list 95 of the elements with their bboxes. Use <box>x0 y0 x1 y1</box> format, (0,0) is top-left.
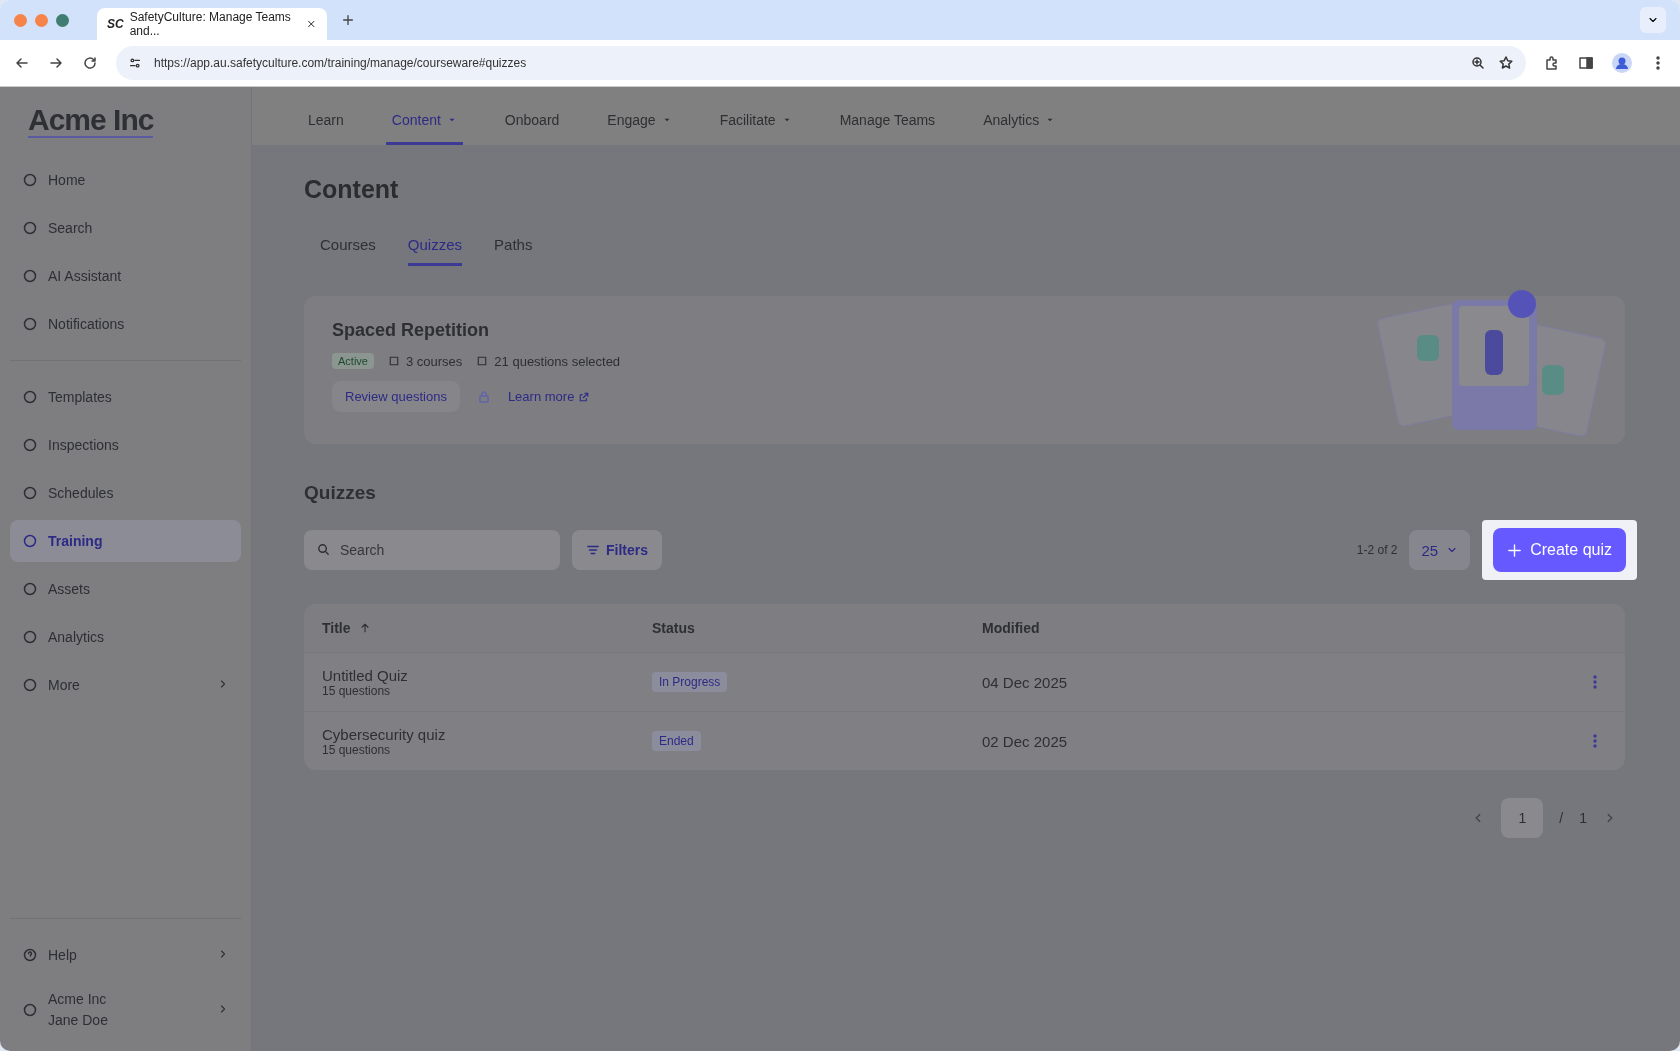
close-window-dot[interactable] <box>14 13 27 27</box>
course-count: 3 courses <box>405 353 463 369</box>
sub-tab[interactable]: Paths <box>494 228 533 266</box>
modified-date: 04 Dec 2025 <box>982 673 1069 691</box>
puzzle-icon <box>1544 55 1560 71</box>
sub-tab[interactable]: Courses <box>320 228 376 266</box>
site-logo: SC <box>107 17 124 31</box>
status-badge: Ended <box>652 731 701 751</box>
sidebar-item[interactable]: Search <box>10 207 241 249</box>
reload-icon <box>82 55 98 71</box>
sidebar-item[interactable]: Assets <box>10 568 241 610</box>
forward-button[interactable] <box>48 55 64 71</box>
account-menu-item[interactable]: Acme Inc Jane Doe <box>10 982 241 1038</box>
page-title: Content <box>304 175 400 204</box>
nav-icon <box>22 677 38 693</box>
status-badge: Active <box>332 353 374 369</box>
minimize-window-dot[interactable] <box>35 13 48 27</box>
filter-icon <box>586 543 600 557</box>
quiz-title[interactable]: Cybersecurity quiz <box>322 725 652 743</box>
new-tab-button[interactable] <box>341 13 355 27</box>
column-header[interactable]: Title <box>322 620 652 636</box>
arrow-left-icon <box>14 55 30 71</box>
question-count: 21 questions selected <box>494 353 621 369</box>
sidebar-item[interactable]: More <box>10 664 241 706</box>
plus-icon <box>341 13 355 27</box>
status-badge: In Progress <box>652 672 728 692</box>
nav-icon <box>22 437 38 453</box>
address-bar[interactable]: https://app.au.safetyculture.com/training/manage/courseware#quizzes <box>116 46 1526 80</box>
side-panel-button[interactable] <box>1578 55 1594 71</box>
results-range: 1-2 of 2 <box>1356 543 1398 557</box>
help-icon <box>22 947 38 963</box>
star-icon <box>1498 55 1514 71</box>
sidebar-item[interactable]: Home <box>10 159 241 201</box>
nav-icon <box>22 581 38 597</box>
page-separator: / <box>1559 810 1564 826</box>
organization-name: Acme Inc <box>48 990 108 1009</box>
nav-tab[interactable]: Content <box>385 112 463 145</box>
nav-tab[interactable]: Engage <box>601 112 678 145</box>
sidebar-item[interactable]: Training <box>10 520 241 562</box>
question-count: 15 questions <box>322 742 391 757</box>
question-count: 15 questions <box>322 683 391 698</box>
reload-button[interactable] <box>82 55 98 71</box>
company-logo: Acme Inc <box>28 103 154 138</box>
browser-tab[interactable]: SC SafetyCulture: Manage Teams and... <box>97 8 327 40</box>
filters-button[interactable]: Filters <box>572 530 662 570</box>
review-questions-button[interactable]: Review questions <box>332 381 460 412</box>
total-pages: 1 <box>1579 810 1587 826</box>
nav-icon <box>22 629 38 645</box>
nav-icon <box>22 220 38 236</box>
avatar-icon <box>1612 53 1632 73</box>
external-link-icon <box>578 390 591 403</box>
sidebar-item[interactable]: Templates <box>10 376 241 418</box>
quiz-title[interactable]: Untitled Quiz <box>322 666 652 684</box>
profile-button[interactable] <box>1612 53 1632 73</box>
current-page-field[interactable]: 1 <box>1501 798 1544 838</box>
arrow-right-icon <box>48 55 64 71</box>
sidebar-item[interactable]: Notifications <box>10 303 241 345</box>
sidebar-item[interactable]: AI Assistant <box>10 255 241 297</box>
site-settings-icon <box>128 56 142 70</box>
create-quiz-button[interactable]: Create quiz <box>1493 528 1626 572</box>
side-panel-icon <box>1578 55 1594 71</box>
section-heading: Quizzes <box>304 482 377 504</box>
close-icon <box>306 18 317 30</box>
nav-icon <box>22 533 38 549</box>
zoom-icon <box>1470 55 1486 71</box>
user-name: Jane Doe <box>48 1011 108 1030</box>
sort-up-icon <box>358 622 371 634</box>
sub-tab[interactable]: Quizzes <box>407 228 463 266</box>
account-icon <box>22 1002 38 1018</box>
card-title: Spaced Repetition <box>332 320 491 341</box>
nav-icon <box>22 316 38 332</box>
page-size-dropdown[interactable]: 25 <box>1409 530 1471 570</box>
nav-icon <box>22 172 38 188</box>
tab-title: SafetyCulture: Manage Teams and... <box>129 10 292 38</box>
nav-icon <box>22 268 38 284</box>
search-field[interactable]: Search <box>304 530 560 570</box>
learn-more-link[interactable]: Learn more <box>507 389 591 404</box>
modified-date: 02 Dec 2025 <box>982 732 1069 750</box>
nav-icon <box>22 485 38 501</box>
sidebar-item[interactable]: Inspections <box>10 424 241 466</box>
nav-tab[interactable]: Manage Teams <box>833 112 942 145</box>
help-menu-item[interactable]: Help <box>10 934 241 976</box>
back-button[interactable] <box>14 55 30 71</box>
column-header[interactable]: Modified <box>982 620 1547 636</box>
maximize-window-dot[interactable] <box>56 13 69 27</box>
plus-icon <box>1507 542 1523 558</box>
nav-tab[interactable]: Learn <box>302 112 350 145</box>
sidebar-item[interactable]: Analytics <box>10 616 241 658</box>
nav-tab[interactable]: Analytics <box>977 112 1062 145</box>
nav-tab[interactable]: Onboard <box>498 112 566 145</box>
nav-icon <box>22 389 38 405</box>
column-header[interactable]: Status <box>652 620 982 636</box>
extensions-button[interactable] <box>1544 55 1560 71</box>
sidebar-item[interactable]: Schedules <box>10 472 241 514</box>
nav-tab[interactable]: Facilitate <box>713 112 798 145</box>
